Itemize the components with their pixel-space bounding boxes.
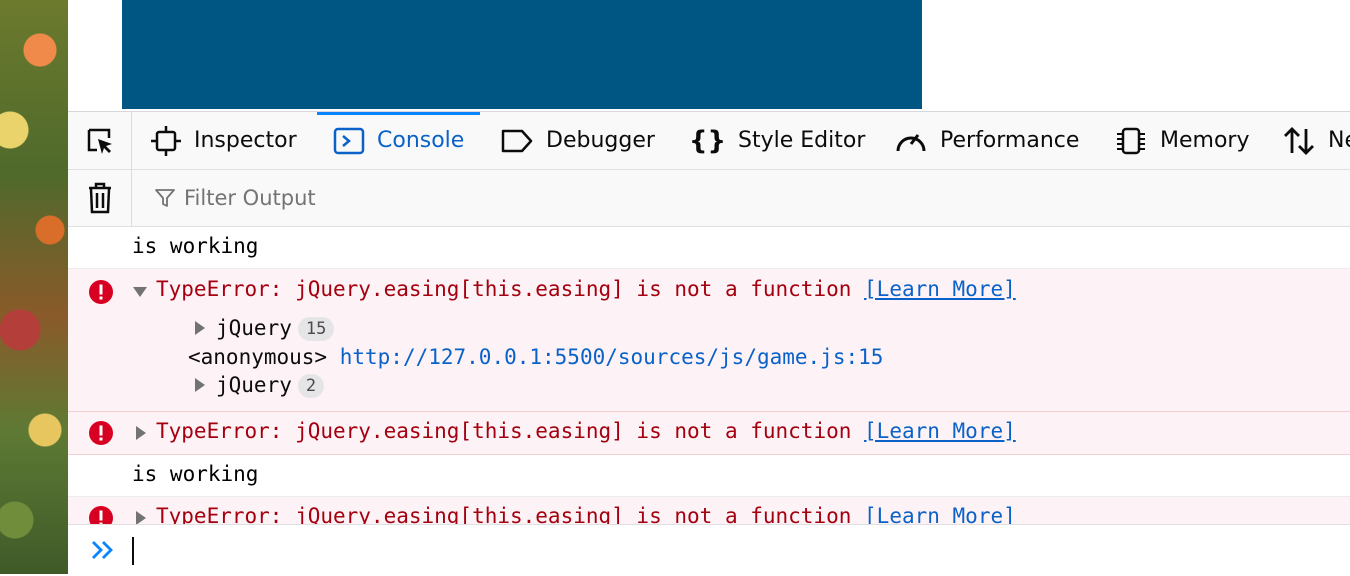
learn-more-link[interactable]: [Learn More] [864, 277, 1016, 301]
console-icon [333, 125, 365, 157]
tab-performance[interactable]: Performance [894, 112, 1079, 169]
console-message-error: TypeError: jQuery.easing[this.easing] is… [68, 412, 1350, 455]
filter-icon [155, 189, 175, 207]
error-icon [89, 280, 113, 304]
frame-name: jQuery [216, 316, 292, 340]
stack-frame[interactable]: <anonymous> http://127.0.0.1:5500/source… [188, 345, 883, 369]
performance-icon [894, 125, 928, 157]
frame-name: jQuery [216, 373, 292, 397]
frame-location-link[interactable]: http://127.0.0.1:5500/sources/js/game.js… [340, 345, 884, 369]
console-output: is working TypeError: jQuery.easing[this… [68, 227, 1350, 524]
log-text: is working [132, 234, 259, 258]
tab-debugger[interactable]: Debugger [500, 112, 655, 169]
error-message: TypeError: jQuery.easing[this.easing] is… [156, 277, 852, 301]
expand-arrow-icon[interactable] [135, 425, 147, 441]
frame-name: <anonymous> [188, 345, 328, 369]
page-banner [122, 0, 922, 109]
page-viewport [68, 0, 1350, 111]
tab-memory[interactable]: Memory [1114, 112, 1249, 169]
error-icon [89, 421, 113, 445]
error-text-line: TypeError: jQuery.easing[this.easing] is… [156, 419, 1016, 443]
tab-console[interactable]: Console [316, 112, 481, 169]
repeat-count-badge: 15 [297, 317, 335, 341]
text-cursor [132, 537, 134, 565]
console-message-error: TypeError: jQuery.easing[this.easing] is… [68, 497, 1350, 524]
tab-label: Style Editor [738, 128, 866, 153]
tab-label: Debugger [546, 128, 655, 153]
trash-icon [88, 182, 111, 214]
prompt-chevron-icon [92, 541, 113, 559]
style-editor-icon: {} [689, 125, 727, 156]
tab-label: Memory [1160, 128, 1250, 153]
console-filter-bar: Filter Output [68, 170, 1350, 227]
learn-more-link[interactable]: [Learn More] [864, 504, 1016, 524]
tab-label: Console [377, 128, 465, 153]
console-message-log: is working [68, 227, 1350, 269]
element-picker-icon [87, 128, 112, 154]
tab-inspector[interactable]: Inspector [150, 112, 297, 169]
error-message: TypeError: jQuery.easing[this.easing] is… [156, 419, 852, 443]
stack-frame[interactable]: jQuery 15 [194, 316, 335, 341]
tab-network[interactable]: Ne [1282, 112, 1350, 169]
log-text: is working [132, 462, 259, 486]
tab-label: Performance [940, 128, 1080, 153]
collapse-arrow-icon[interactable] [132, 286, 148, 298]
devtools-panel: Inspector Console Debugger {} Style Edit… [68, 111, 1350, 576]
tab-label: Inspector [194, 128, 297, 153]
expand-arrow-icon [195, 321, 205, 335]
clear-console-button[interactable] [68, 170, 132, 226]
console-message-log: is working [68, 455, 1350, 497]
error-icon [89, 506, 113, 524]
expand-arrow-icon [195, 378, 205, 392]
learn-more-link[interactable]: [Learn More] [864, 419, 1016, 443]
error-text-line: TypeError: jQuery.easing[this.easing] is… [156, 504, 1016, 524]
tab-label: Ne [1328, 128, 1350, 153]
tab-style-editor[interactable]: {} Style Editor [689, 112, 865, 169]
background-art [0, 0, 68, 574]
filter-placeholder: Filter Output [184, 186, 316, 210]
expand-arrow-icon[interactable] [135, 510, 147, 524]
console-message-error: TypeError: jQuery.easing[this.easing] is… [68, 269, 1350, 412]
element-picker-button[interactable] [68, 112, 132, 169]
memory-icon [1114, 125, 1148, 157]
stack-frame[interactable]: jQuery 2 [194, 373, 325, 398]
error-text-line: TypeError: jQuery.easing[this.easing] is… [156, 277, 1016, 301]
filter-output-input[interactable]: Filter Output [154, 170, 316, 226]
inspector-icon [150, 125, 182, 157]
debugger-icon [500, 125, 534, 157]
console-input[interactable] [68, 524, 1350, 576]
network-icon [1282, 125, 1316, 157]
error-message: TypeError: jQuery.easing[this.easing] is… [156, 504, 852, 524]
repeat-count-badge: 2 [297, 374, 325, 398]
devtools-toolbar: Inspector Console Debugger {} Style Edit… [68, 112, 1350, 170]
